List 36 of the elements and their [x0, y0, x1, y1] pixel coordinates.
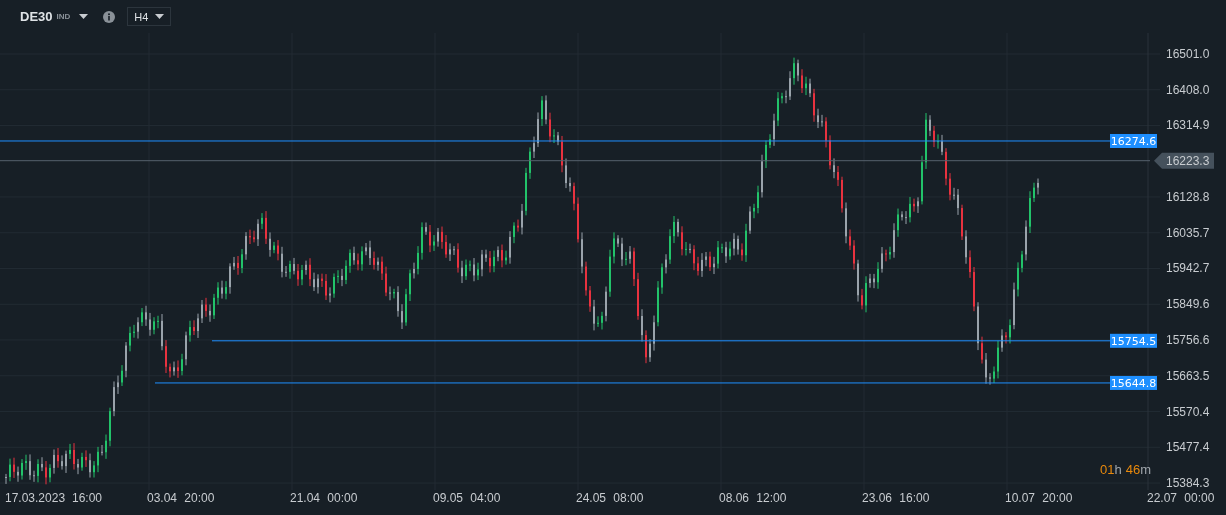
current-price-label: 16223.3 — [1154, 152, 1214, 169]
caret-icon[interactable] — [79, 14, 89, 19]
date-time-label: 03.04 20:00 — [147, 491, 215, 505]
date-time-label: 09.05 04:00 — [433, 491, 501, 505]
timeframe-dropdown[interactable]: H4 — [127, 7, 172, 26]
price-tick: 15663.5 — [1166, 368, 1210, 383]
instrument-symbol[interactable]: DE30 — [20, 9, 53, 24]
time-label: 16:00 — [72, 491, 103, 505]
countdown-timer: 01h 46m — [1100, 462, 1151, 477]
price-tick: 16314.9 — [1166, 118, 1210, 133]
price-tick: 16408.0 — [1166, 82, 1210, 97]
date-time-label: 22.07 00:00 — [1147, 491, 1215, 505]
price-label: 16274.6 — [1110, 134, 1157, 148]
price-line[interactable] — [154, 382, 1111, 384]
price-tick: 15477.4 — [1166, 440, 1210, 455]
instrument-type: IND — [56, 12, 71, 21]
price-label: 15754.5 — [1110, 333, 1157, 348]
info-icon[interactable] — [103, 10, 116, 23]
price-line[interactable] — [0, 140, 1111, 142]
date-label: 17.03.2023 — [5, 491, 66, 505]
price-tick: 15570.4 — [1166, 404, 1210, 419]
price-tick: 15849.6 — [1166, 297, 1210, 312]
price-tick: 15942.7 — [1166, 261, 1210, 276]
price-line[interactable] — [211, 340, 1111, 342]
price-tick: 15384.3 — [1166, 476, 1210, 491]
price-line[interactable] — [0, 160, 1151, 162]
date-time-label: 23.06 16:00 — [862, 491, 930, 505]
price-tick: 15756.6 — [1166, 333, 1210, 347]
price-tick: 16501.0 — [1166, 47, 1210, 61]
price-tick: 16128.8 — [1166, 190, 1210, 204]
date-time-label: 24.05 08:00 — [576, 491, 644, 505]
date-time-label: 21.04 00:00 — [290, 491, 358, 505]
price-tick: 16035.7 — [1166, 225, 1210, 240]
date-time-label: 10.07 20:00 — [1005, 491, 1073, 505]
caret-icon — [155, 14, 165, 19]
date-time-label: 08.06 12:00 — [719, 491, 787, 505]
